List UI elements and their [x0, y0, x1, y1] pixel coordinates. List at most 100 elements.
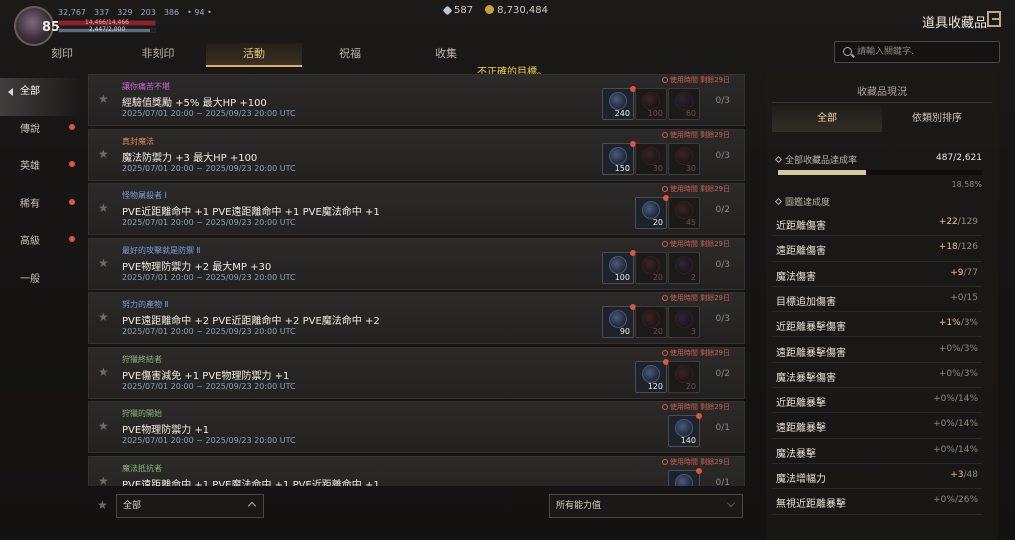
gem-currency: 587	[442, 5, 473, 16]
exit-icon[interactable]	[987, 11, 1001, 27]
item-slot[interactable]: 20	[635, 251, 667, 284]
sidebar-item-3[interactable]: 稀有	[0, 191, 82, 229]
item-slot[interactable]: 240	[602, 86, 636, 120]
item-slot[interactable]: 30	[635, 142, 667, 175]
item-slot[interactable]: 20	[635, 306, 667, 338]
item-slot[interactable]: 45	[668, 197, 700, 229]
sidebar-item-label: 傳說	[20, 123, 40, 135]
item-slot[interactable]: 120	[635, 358, 669, 393]
collection-row[interactable]: ★ 怪物屠殺者 Ⅰ PVE近距離命中 +1 PVE遠距離命中 +1 PVE魔法命中 …	[88, 183, 745, 235]
tab-0[interactable]: 刻印	[14, 43, 110, 67]
item-slot[interactable]: 30	[668, 142, 700, 175]
item-orb-icon	[642, 310, 660, 328]
sidebar-item-1[interactable]: 傳說	[0, 116, 82, 154]
stat-name: 近距離暴擊傷害	[776, 322, 846, 334]
panel-tab-1[interactable]: 依類別排序	[882, 106, 992, 132]
favorite-star-icon[interactable]: ★	[98, 310, 109, 324]
codex-label: 圖鑑達成度	[785, 198, 831, 208]
collection-period: 2025/07/01 20:00 ~ 2025/09/23 20:00 UTC	[122, 436, 296, 445]
collection-progress: 0/2	[715, 205, 730, 215]
notification-dot	[69, 123, 75, 130]
favorite-star-icon[interactable]: ★	[98, 201, 109, 215]
sidebar-item-label: 一般	[20, 273, 40, 285]
sidebar-item-label: 英雄	[20, 161, 40, 172]
favorite-star-icon[interactable]: ★	[98, 147, 109, 161]
stat-row: 魔法傷害 +9/77	[772, 262, 982, 287]
stat-value: +0%/14%	[933, 445, 978, 455]
collection-row[interactable]: ★ 努力的產物 Ⅱ PVE遠距離命中 +2 PVE近距離命中 +2 PVE魔法命中 …	[88, 292, 745, 344]
search-input[interactable]	[857, 44, 995, 60]
item-orb-icon	[675, 310, 693, 328]
hp-text: 14,466/14,466	[84, 19, 129, 26]
stat-name: 魔法增幅力	[776, 474, 826, 485]
item-slot[interactable]: 20	[635, 195, 669, 229]
item-slot[interactable]	[668, 467, 702, 486]
favorite-star-icon[interactable]: ★	[98, 474, 109, 487]
favorite-star-icon[interactable]: ★	[98, 256, 109, 270]
alert-icon	[661, 404, 668, 410]
tab-2[interactable]: 活動	[206, 43, 302, 67]
collection-row[interactable]: ★ 最好的攻擊就是防禦 Ⅱ PVE物理防禦力 +2 最大MP +30 2025/07/…	[88, 237, 745, 290]
favorite-star-icon[interactable]: ★	[98, 92, 109, 106]
collection-effect: PVE物理防禦力 +1	[122, 425, 210, 436]
sidebar-item-4[interactable]: 高級	[0, 228, 82, 266]
stat-row: 魔法暴擊傷害 +0%/3%	[772, 363, 982, 389]
sidebar-item-0[interactable]: 全部	[0, 78, 82, 116]
stat-value: +0%/3%	[939, 344, 978, 354]
expiry-text: 使用時間 剩餘29日	[669, 403, 730, 411]
tab-1[interactable]: 非刻印	[110, 43, 206, 67]
favorite-star-icon[interactable]: ★	[98, 365, 109, 379]
stat-total: /48	[963, 470, 978, 480]
stat-total: /77	[963, 267, 978, 278]
ability-filter-dropdown[interactable]: 所有能力值	[549, 494, 743, 518]
collection-row[interactable]: ★ 真封魔法 魔法防禦力 +3 最大HP +100 2025/07/01 20:00 …	[88, 128, 745, 181]
collection-row[interactable]: ★ 狩獵終結者 PVE傷害減免 +1 PVE物理防禦力 +1 2025/07/01 2…	[88, 346, 745, 399]
collection-name: 怪物屠殺者 Ⅰ	[122, 191, 167, 200]
expiry-text: 使用時間 剩餘29日	[669, 239, 730, 248]
item-slot[interactable]: 100	[602, 249, 636, 284]
collection-period: 2025/07/01 20:00 ~ 2025/09/23 20:00 UTC	[122, 272, 296, 282]
item-slot[interactable]: 3	[668, 306, 700, 338]
mp-text: 2,447/2,000	[88, 26, 126, 33]
collection-row[interactable]: ★ 魔法抵抗者 PVE遠距離命中 +1 PVE魔法命中 +1 PVE近距離命中 +1…	[88, 455, 745, 487]
alert-icon	[661, 295, 668, 301]
collection-row[interactable]: ★ 讓你痛苦不堪 經驗值獎勵 +5% 最大HP +100 2025/07/01 20:…	[88, 74, 745, 126]
sidebar-item-2[interactable]: 英雄	[0, 153, 82, 191]
collection-progress: 0/3	[715, 259, 730, 270]
item-orb-icon	[675, 473, 693, 486]
diamond-icon	[774, 155, 783, 164]
collection-list[interactable]: ★ 讓你痛苦不堪 經驗值獎勵 +5% 最大HP +100 2025/07/01 20:…	[88, 72, 746, 486]
expiry-text: 使用時間 剩餘29日	[669, 76, 730, 84]
collection-name: 狩獵的開始	[122, 409, 162, 418]
item-slot[interactable]: 90	[602, 304, 636, 338]
collection-progress: 0/3	[715, 314, 730, 324]
collection-row[interactable]: ★ 狩獵的開始 PVE物理防禦力 +1 2025/07/01 20:00 ~ 2025…	[88, 401, 745, 453]
completion-header: 全部收藏品達成率	[774, 153, 857, 166]
search-box[interactable]	[834, 41, 1000, 63]
notification-dot	[69, 236, 75, 242]
item-slot[interactable]: 150	[602, 140, 636, 175]
collection-period: 2025/07/01 20:00 ~ 2025/09/23 20:00 UTC	[122, 327, 296, 336]
collection-progress: 0/1	[715, 477, 730, 487]
stat-total: /126	[957, 242, 978, 253]
item-slot[interactable]: 2	[668, 251, 700, 284]
divider	[772, 102, 992, 103]
item-slot[interactable]: 20	[668, 360, 700, 393]
favorite-star-icon[interactable]: ★	[98, 419, 109, 433]
item-quantity: 20	[685, 381, 696, 391]
grade-filter-dropdown[interactable]: 全部	[116, 494, 264, 518]
item-slot[interactable]: 100	[635, 88, 667, 120]
stat-value: +9/77	[950, 268, 978, 278]
tab-3[interactable]: 祝福	[302, 43, 398, 67]
stat-gain: +3	[950, 470, 964, 480]
item-quantity: 45	[685, 218, 696, 227]
collection-name: 真封魔法	[122, 136, 154, 146]
expiry-text: 使用時間 剩餘29日	[669, 185, 730, 193]
sidebar-item-5[interactable]: 一般	[0, 266, 82, 304]
item-slot[interactable]: 140	[668, 413, 702, 447]
item-slot[interactable]: 60	[668, 88, 700, 120]
stat-value: 32,767	[58, 8, 86, 17]
stat-value: +0%/3%	[939, 369, 978, 379]
panel-tab-0[interactable]: 全部	[772, 106, 882, 132]
favorite-filter-star-icon[interactable]: ★	[97, 498, 108, 512]
